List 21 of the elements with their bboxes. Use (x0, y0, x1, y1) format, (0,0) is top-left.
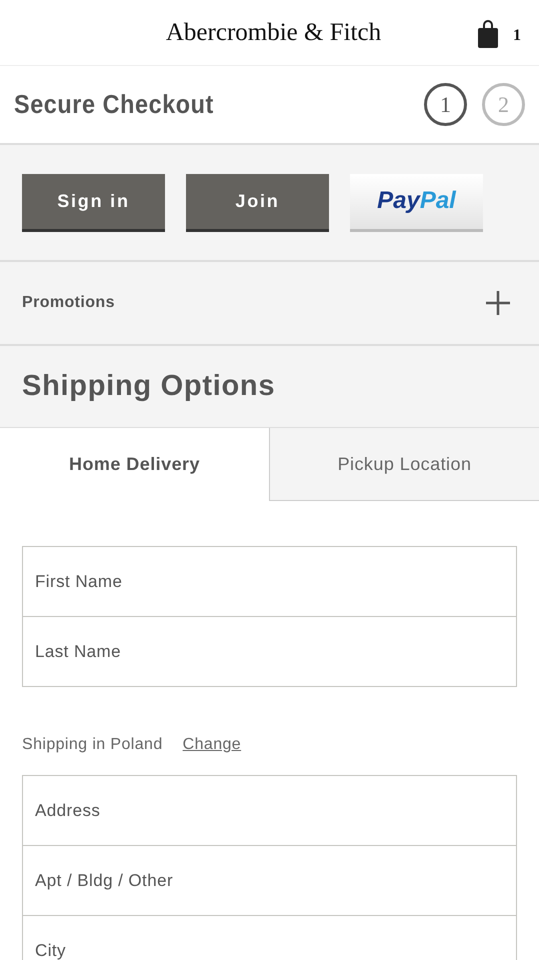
input-field[interactable]: First Name (22, 546, 517, 617)
plus-icon[interactable] (485, 290, 511, 316)
promotions-label: Promotions (22, 293, 115, 313)
section-title: Shipping Options (22, 368, 276, 404)
promotions-row[interactable]: Promotions (0, 262, 539, 346)
input-field[interactable]: Last Name (22, 616, 517, 687)
shipping-tab[interactable]: Pickup Location (269, 428, 539, 501)
input-field[interactable]: Address (22, 775, 517, 846)
brand-logo[interactable]: Abercrombie & Fitch (166, 14, 382, 52)
shipping-country-text: Shipping in Poland (22, 735, 163, 755)
shopping-bag-icon[interactable] (477, 20, 499, 48)
step-indicator: 1 (424, 83, 467, 126)
paypal-button[interactable]: PayPal (350, 174, 483, 232)
change-link[interactable]: Change (182, 733, 242, 757)
input-field[interactable]: City (22, 915, 517, 960)
account-button[interactable]: Join (186, 174, 329, 232)
page-title: Secure Checkout (14, 88, 214, 121)
input-field[interactable]: Apt / Bldg / Other (22, 845, 517, 916)
step-indicator: 2 (482, 83, 525, 126)
cart-count: 1 (513, 26, 521, 46)
account-button[interactable]: Sign in (22, 174, 165, 232)
